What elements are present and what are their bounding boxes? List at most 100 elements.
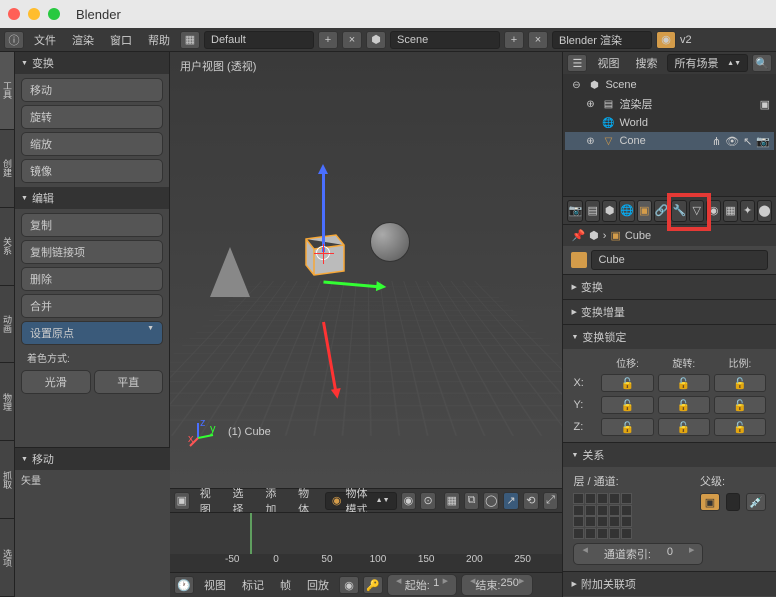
timeline-cursor[interactable] [250, 513, 252, 554]
outliner-tree[interactable]: ⊖ ⬢ Scene ⊕ ▤ 渲染层 ▣ 🌐 World ⊕ ▽ [563, 74, 776, 196]
lock-loc-z[interactable]: 🔓 [601, 418, 653, 436]
tab-texture-icon[interactable]: ▦ [723, 200, 738, 222]
cursor-icon[interactable]: ↖ [743, 135, 752, 148]
parent-object-icon[interactable]: ▣ [700, 493, 720, 511]
expand-icon[interactable]: ⊕ [583, 134, 597, 148]
add-layout-button[interactable]: + [318, 31, 338, 49]
panel-transform-header[interactable]: 变换 [15, 52, 169, 74]
minimize-window-button[interactable] [28, 8, 40, 20]
layers-icon[interactable]: ▦ [444, 492, 460, 510]
timeline-canvas[interactable]: -50 0 50 100 150 200 250 [170, 513, 562, 573]
layer-grid-2[interactable] [573, 516, 632, 539]
menu-help[interactable]: 帮助 [142, 32, 176, 48]
lock-loc-y[interactable]: 🔓 [601, 396, 653, 414]
editor-type-3dview-icon[interactable]: ▣ [174, 492, 190, 510]
start-frame-field[interactable]: 起始:1 [387, 574, 457, 596]
ol-menu-view[interactable]: 视图 [591, 55, 625, 71]
tl-menu-frame[interactable]: 帧 [274, 577, 297, 593]
parent-eyedropper-icon[interactable]: 💉 [746, 493, 766, 511]
flat-button[interactable]: 平直 [94, 370, 164, 394]
tab-world-icon[interactable]: 🌐 [619, 200, 635, 222]
manipulator-rotate-icon[interactable]: ⟲ [523, 492, 539, 510]
layout-dropdown[interactable]: Default [204, 31, 314, 49]
operator-header[interactable]: 移动 [15, 448, 170, 470]
lock-rot-x[interactable]: 🔓 [658, 374, 710, 392]
tab-create[interactable]: 创建 [0, 130, 14, 208]
parent-field[interactable] [726, 493, 740, 511]
join-button[interactable]: 合并 [21, 294, 163, 318]
smooth-button[interactable]: 光滑 [21, 370, 91, 394]
delete-button[interactable]: 删除 [21, 267, 163, 291]
pin-icon[interactable]: 📌 [571, 229, 585, 242]
shading-solid-icon[interactable]: ◉ [401, 492, 417, 510]
editor-type-timeline-icon[interactable]: 🕐 [174, 576, 194, 594]
screen-layout-icon[interactable]: ▦ [180, 31, 200, 49]
outliner-item-world[interactable]: 🌐 World [565, 114, 774, 132]
lock-scale-x[interactable]: 🔓 [714, 374, 766, 392]
tl-menu-playback[interactable]: 回放 [301, 577, 335, 593]
rotate-button[interactable]: 旋转 [21, 105, 163, 129]
passindex-field[interactable]: 通道索引:0 [573, 543, 703, 565]
end-frame-field[interactable]: 结束:250 [461, 574, 533, 596]
maximize-window-button[interactable] [48, 8, 60, 20]
editor-type-icon[interactable]: ⓘ [4, 31, 24, 49]
ol-menu-search[interactable]: 搜索 [629, 55, 663, 71]
lock-loc-x[interactable]: 🔓 [601, 374, 653, 392]
tab-constraints-icon[interactable]: 🔗 [654, 200, 670, 222]
object-name-field[interactable] [591, 250, 768, 270]
tab-modifiers-icon[interactable]: 🔧 [671, 200, 687, 222]
3d-cursor[interactable] [316, 246, 330, 260]
duplicate-button[interactable]: 复制 [21, 213, 163, 237]
mirror-button[interactable]: 镜像 [21, 159, 163, 183]
menu-render[interactable]: 渲染 [66, 32, 100, 48]
editor-type-outliner-icon[interactable]: ☰ [567, 54, 587, 72]
viewport[interactable]: 用户视图 (透视) (1) Cube z y x [170, 52, 562, 488]
outliner-item-scene[interactable]: ⊖ ⬢ Scene [565, 76, 774, 94]
pivot-icon[interactable]: ⊙ [420, 492, 436, 510]
tab-object-icon[interactable]: ▣ [637, 200, 652, 222]
tl-menu-marker[interactable]: 标记 [236, 577, 270, 593]
expand-icon[interactable]: ⊕ [583, 97, 597, 111]
tab-tools[interactable]: 工具 [0, 52, 14, 130]
tab-scene-icon[interactable]: ⬢ [602, 200, 617, 222]
search-icon[interactable]: 🔍 [752, 54, 772, 72]
mode-dropdown[interactable]: ◉物体模式▲▼ [325, 492, 397, 510]
tl-menu-view[interactable]: 视图 [198, 577, 232, 593]
tab-relations[interactable]: 关系 [0, 208, 14, 286]
camera-icon[interactable]: 📷 [756, 135, 770, 148]
add-scene-button[interactable]: + [504, 31, 524, 49]
translate-button[interactable]: 移动 [21, 78, 163, 102]
menu-window[interactable]: 窗口 [104, 32, 138, 48]
close-window-button[interactable] [8, 8, 20, 20]
duplicate-linked-button[interactable]: 复制链接项 [21, 240, 163, 264]
scene-icon[interactable]: ⬢ [366, 31, 386, 49]
remove-layout-button[interactable]: × [342, 31, 362, 49]
engine-dropdown[interactable]: Blender 渲染 [552, 31, 652, 49]
lock-scale-z[interactable]: 🔓 [714, 418, 766, 436]
panel-edit-header[interactable]: 编辑 [15, 187, 169, 209]
scene-dropdown[interactable]: Scene [390, 31, 500, 49]
lock-rot-y[interactable]: 🔓 [658, 396, 710, 414]
restrict-icon[interactable]: ▣ [760, 98, 770, 111]
menu-file[interactable]: 文件 [28, 32, 62, 48]
auto-keyframe-icon[interactable]: ◉ [339, 576, 359, 594]
remove-scene-button[interactable]: × [528, 31, 548, 49]
tab-physics-icon[interactable]: ⬤ [757, 200, 772, 222]
sphere-object[interactable] [370, 222, 410, 262]
tab-render-icon[interactable]: 📷 [567, 200, 583, 222]
tab-renderlayers-icon[interactable]: ▤ [585, 200, 600, 222]
scale-button[interactable]: 缩放 [21, 132, 163, 156]
tab-particles-icon[interactable]: ✦ [740, 200, 755, 222]
tab-data-icon[interactable]: ▽ [689, 200, 704, 222]
expand-icon[interactable]: ⊖ [569, 78, 583, 92]
snap-icon[interactable]: ⧉ [464, 492, 480, 510]
visibility-icon[interactable]: 👁 [725, 135, 739, 148]
layer-grid-1[interactable] [573, 493, 632, 516]
tab-animation[interactable]: 动画 [0, 286, 14, 364]
tab-grease[interactable]: 抓取 [0, 441, 14, 519]
lock-scale-y[interactable]: 🔓 [714, 396, 766, 414]
gizmo-z-axis[interactable] [322, 172, 325, 252]
outliner-filter-dropdown[interactable]: 所有场景▲▼ [667, 54, 748, 72]
tab-options[interactable]: 选项 [0, 519, 14, 597]
manipulator-translate-icon[interactable]: ↗ [503, 492, 519, 510]
